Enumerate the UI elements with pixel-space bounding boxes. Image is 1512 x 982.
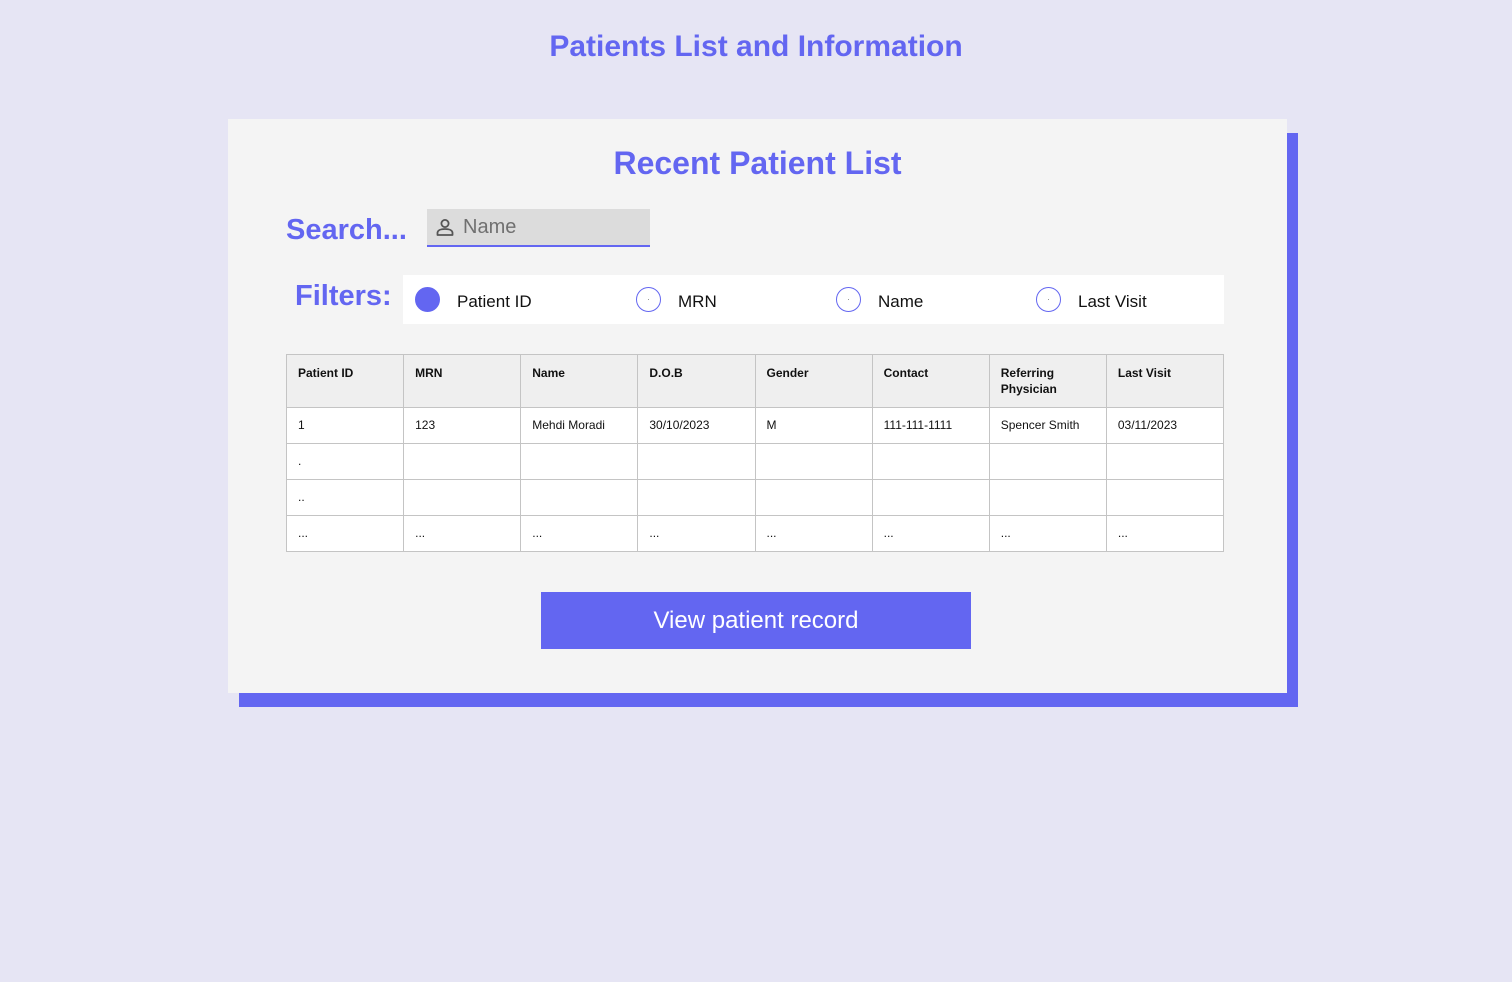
- search-input[interactable]: [463, 215, 633, 239]
- column-header[interactable]: Name: [520, 354, 639, 408]
- filter-option-label: Name: [878, 291, 924, 311]
- table-cell: [403, 443, 522, 480]
- filters-radio-group: Patient ID MRN Name Last Visit: [403, 275, 1224, 324]
- filters-label: Filters:: [295, 280, 392, 312]
- table-cell: 111-111-1111: [871, 407, 990, 444]
- search-label: Search...: [286, 214, 407, 246]
- table-cell: ...: [403, 515, 522, 552]
- filter-option-last-visit[interactable]: Last Visit: [1036, 275, 1147, 324]
- table-cell: [871, 479, 990, 516]
- table-cell: 1: [285, 407, 405, 444]
- table-cell: Mehdi Moradi: [520, 407, 639, 444]
- radio-button[interactable]: [636, 287, 661, 312]
- column-header[interactable]: Gender: [754, 354, 873, 408]
- table-cell: 123: [403, 407, 522, 444]
- view-patient-record-button[interactable]: View patient record: [541, 592, 971, 649]
- person-icon: [435, 217, 455, 237]
- table-cell: ...: [637, 515, 756, 552]
- filter-option-label: Patient ID: [457, 291, 532, 311]
- radio-button[interactable]: [1036, 287, 1061, 312]
- table-cell: [754, 479, 873, 516]
- table-cell: [871, 443, 990, 480]
- table-cell: ...: [871, 515, 990, 552]
- column-header[interactable]: D.O.B: [637, 354, 756, 408]
- table-cell: [637, 443, 756, 480]
- table-cell: ...: [285, 515, 405, 552]
- table-cell: ...: [1105, 515, 1225, 552]
- table-cell: Spencer Smith: [988, 407, 1107, 444]
- filter-option-mrn[interactable]: MRN: [636, 275, 717, 324]
- table-cell: ...: [754, 515, 873, 552]
- patient-list-card: Recent Patient List Search... Filters: P…: [228, 119, 1287, 693]
- filter-option-label: Last Visit: [1078, 291, 1147, 311]
- table-cell: [520, 443, 639, 480]
- table-cell: M: [754, 407, 873, 444]
- table-cell: [1105, 443, 1225, 480]
- table-cell: ...: [988, 515, 1107, 552]
- search-box[interactable]: [427, 209, 650, 247]
- table-row[interactable]: 1 123 Mehdi Moradi 30/10/2023 M 111-111-…: [285, 407, 1225, 444]
- table-row[interactable]: ... ... ... ... ... ... ... ...: [285, 515, 1225, 552]
- table-cell: [637, 479, 756, 516]
- radio-button[interactable]: [836, 287, 861, 312]
- card-title: Recent Patient List: [613, 145, 902, 181]
- table-cell: [1105, 479, 1225, 516]
- table-row[interactable]: .: [285, 443, 1225, 480]
- patient-table: Patient ID MRN Name D.O.B Gender Contact…: [285, 354, 1225, 552]
- column-header[interactable]: Patient ID: [285, 354, 405, 408]
- filter-option-label: MRN: [678, 291, 717, 311]
- table-cell: [754, 443, 873, 480]
- table-cell: [988, 479, 1107, 516]
- table-cell: .: [285, 443, 405, 480]
- table-row[interactable]: ..: [285, 479, 1225, 516]
- table-header-row: Patient ID MRN Name D.O.B Gender Contact…: [285, 354, 1225, 408]
- table-cell: [520, 479, 639, 516]
- table-cell: ...: [520, 515, 639, 552]
- radio-button-selected[interactable]: [415, 287, 440, 312]
- filter-option-name[interactable]: Name: [836, 275, 923, 324]
- page-title: Patients List and Information: [549, 30, 963, 63]
- column-header[interactable]: Last Visit: [1105, 354, 1225, 408]
- table-cell: [403, 479, 522, 516]
- table-cell: ..: [285, 479, 405, 516]
- table-cell: 03/11/2023: [1105, 407, 1225, 444]
- table-cell: [988, 443, 1107, 480]
- column-header[interactable]: Referring Physician: [988, 354, 1107, 408]
- column-header[interactable]: MRN: [403, 354, 522, 408]
- filter-option-patient-id[interactable]: Patient ID: [415, 275, 532, 324]
- patient-table-container: Patient ID MRN Name D.O.B Gender Contact…: [285, 354, 1225, 552]
- table-cell: 30/10/2023: [637, 407, 756, 444]
- column-header[interactable]: Contact: [871, 354, 990, 408]
